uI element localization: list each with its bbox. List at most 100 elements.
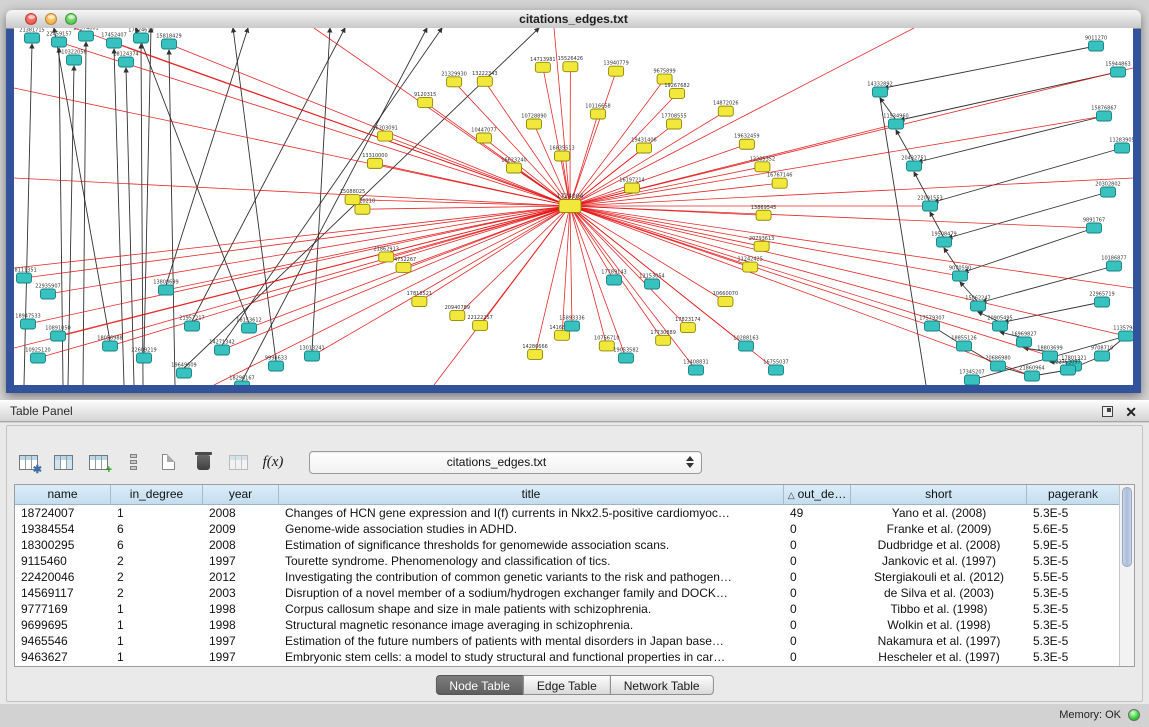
tab-network-table[interactable]: Network Table <box>610 675 714 695</box>
graph-node[interactable] <box>447 77 462 87</box>
graph-node[interactable] <box>396 262 411 272</box>
graph-node[interactable] <box>177 368 192 378</box>
graph-node[interactable] <box>162 39 177 49</box>
table-selector-dropdown[interactable]: citations_edges.txt <box>309 451 702 474</box>
graph-node[interactable] <box>743 262 758 272</box>
graph-node[interactable] <box>137 353 152 363</box>
graph-node[interactable] <box>41 289 56 299</box>
graph-node[interactable] <box>1095 297 1110 307</box>
table-panel-header[interactable]: Table Panel ✕ <box>0 400 1149 422</box>
graph-node[interactable] <box>1089 41 1104 51</box>
table-row[interactable]: 2242004622012Investigating the contribut… <box>15 569 1119 585</box>
graph-node[interactable] <box>134 33 149 43</box>
graph-node[interactable] <box>477 133 492 143</box>
column-header-pagerank[interactable]: pagerank <box>1027 485 1119 504</box>
graph-node[interactable] <box>1097 111 1112 121</box>
graph-node[interactable] <box>739 341 754 351</box>
graph-node[interactable] <box>215 345 230 355</box>
graph-node[interactable] <box>379 252 394 262</box>
graph-node[interactable] <box>565 321 580 331</box>
graph-node[interactable] <box>378 131 393 141</box>
new-table-button[interactable] <box>157 452 179 472</box>
table-row[interactable]: 1938455462009Genome-wide association stu… <box>15 521 1119 537</box>
graph-node[interactable] <box>754 241 769 251</box>
graph-node[interactable] <box>103 341 118 351</box>
graph-node[interactable] <box>991 361 1006 371</box>
column-header-in-degree[interactable]: in_degree <box>111 485 203 504</box>
table-row[interactable]: 911546021997Tourette syndrome. Phenomeno… <box>15 553 1119 569</box>
table-row[interactable]: 946362711997Embryonic stem cells: a mode… <box>15 649 1119 665</box>
graph-node[interactable] <box>119 57 134 67</box>
graph-node[interactable] <box>993 321 1008 331</box>
memory-ok-indicator[interactable] <box>1128 709 1140 721</box>
column-header-out-degree[interactable]: △out_de… <box>784 485 851 504</box>
create-column-button[interactable]: + <box>87 452 109 472</box>
graph-node[interactable] <box>528 349 543 359</box>
graph-node[interactable] <box>953 271 968 281</box>
graph-node[interactable] <box>965 375 980 385</box>
graph-node[interactable] <box>1087 223 1102 233</box>
graph-node[interactable] <box>418 97 433 107</box>
float-panel-icon[interactable] <box>1102 406 1113 417</box>
graph-node[interactable] <box>412 297 427 307</box>
graph-node[interactable] <box>563 62 578 72</box>
graph-node[interactable] <box>756 210 771 220</box>
zoom-button[interactable] <box>65 13 77 25</box>
column-header-name[interactable]: name <box>15 485 111 504</box>
graph-node[interactable] <box>907 161 922 171</box>
graph-node[interactable] <box>1061 365 1076 375</box>
graph-node[interactable] <box>25 33 40 43</box>
graph-node[interactable] <box>1095 351 1110 361</box>
graph-node[interactable] <box>889 119 904 129</box>
graph-node[interactable] <box>1115 143 1130 153</box>
graph-node[interactable] <box>637 143 652 153</box>
vertical-scrollbar[interactable] <box>1119 485 1134 666</box>
graph-node[interactable] <box>689 365 704 375</box>
graph-node[interactable] <box>607 275 622 285</box>
graph-node[interactable] <box>159 285 174 295</box>
window-titlebar[interactable]: citations_edges.txt <box>6 10 1141 29</box>
table-row[interactable]: 1872400712008Changes of HCN gene express… <box>15 505 1119 521</box>
graph-node[interactable] <box>670 88 685 98</box>
graph-node[interactable] <box>535 62 550 72</box>
graph-node[interactable] <box>772 178 787 188</box>
graph-node[interactable] <box>591 109 606 119</box>
graph-node[interactable] <box>269 361 284 371</box>
graph-node[interactable] <box>17 273 32 283</box>
graph-node[interactable] <box>305 351 320 361</box>
graph-node[interactable] <box>473 320 488 330</box>
table-row[interactable]: 1456911722003Disruption of a novel membe… <box>15 585 1119 601</box>
scrollbar-thumb[interactable] <box>1122 487 1132 567</box>
graph-node[interactable] <box>1119 331 1134 341</box>
graph-node[interactable] <box>680 323 695 333</box>
select-columns-button[interactable] <box>52 452 74 472</box>
import-table-button[interactable] <box>227 452 249 472</box>
graph-node[interactable] <box>937 237 952 247</box>
function-builder-button[interactable]: f(x) <box>262 452 284 472</box>
graph-node[interactable] <box>755 162 770 172</box>
table-settings-button[interactable]: ✱ <box>17 452 39 472</box>
column-header-title[interactable]: title <box>279 485 784 504</box>
graph-node[interactable] <box>667 119 682 129</box>
graph-node[interactable] <box>619 353 634 363</box>
graph-node[interactable] <box>185 321 200 331</box>
delete-table-button[interactable] <box>192 452 214 472</box>
graph-node[interactable] <box>873 87 888 97</box>
graph-node[interactable] <box>957 341 972 351</box>
close-panel-icon[interactable]: ✕ <box>1125 403 1137 421</box>
column-header-short[interactable]: short <box>851 485 1027 504</box>
graph-node[interactable] <box>21 319 36 329</box>
graph-node[interactable] <box>1107 261 1122 271</box>
table-row[interactable]: 969969511998Structural magnetic resonanc… <box>15 617 1119 633</box>
table-row[interactable]: 977716911998Corpus callosum shape and si… <box>15 601 1119 617</box>
graph-node[interactable] <box>925 321 940 331</box>
graph-node[interactable] <box>355 204 370 214</box>
column-header-year[interactable]: year <box>203 485 279 504</box>
graph-node[interactable] <box>555 151 570 161</box>
graph-node[interactable] <box>718 106 733 116</box>
graph-node[interactable] <box>51 331 66 341</box>
graph-node[interactable] <box>609 66 624 76</box>
graph-node[interactable] <box>739 139 754 149</box>
graph-node[interactable] <box>718 297 733 307</box>
rows-button[interactable] <box>122 452 144 472</box>
